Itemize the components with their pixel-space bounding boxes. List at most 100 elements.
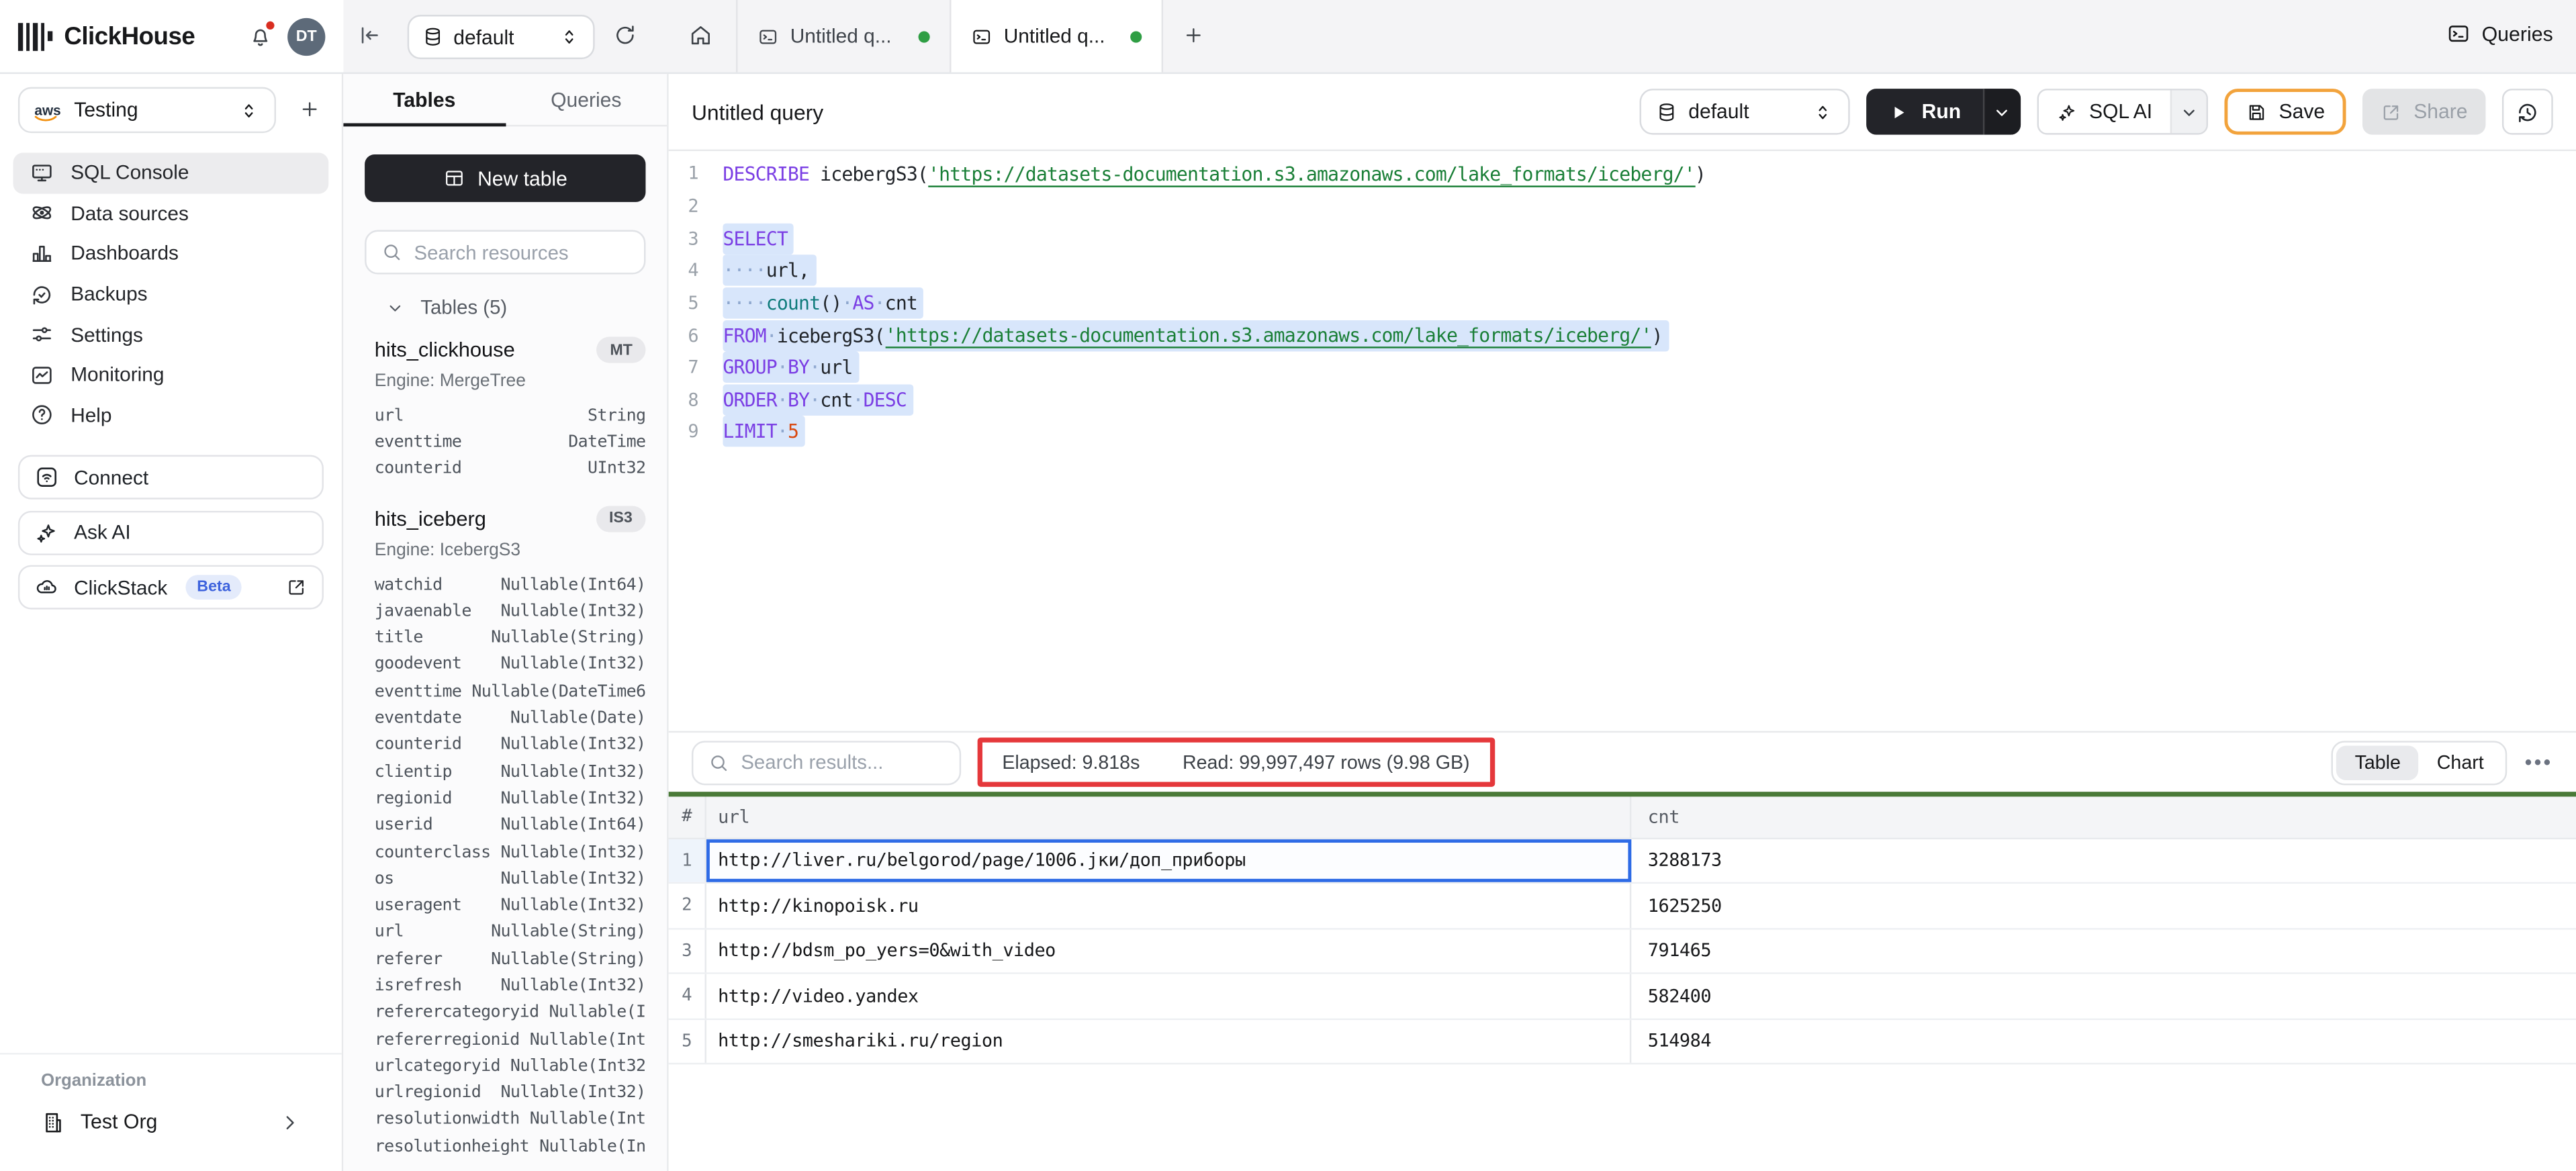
connect-button[interactable]: Connect xyxy=(18,455,324,500)
avatar[interactable]: DT xyxy=(287,17,325,55)
new-tab-button[interactable] xyxy=(1183,25,1204,46)
token: · xyxy=(809,388,820,411)
unsaved-indicator xyxy=(919,30,930,42)
cnt-cell[interactable]: 791465 xyxy=(1631,929,2576,972)
sidebar-item-monitoring[interactable]: Monitoring xyxy=(13,355,329,395)
run-options-button[interactable] xyxy=(1982,89,2020,135)
add-workspace-button[interactable] xyxy=(299,99,320,120)
new-table-button[interactable]: New table xyxy=(365,154,645,202)
main-area: Untitled query default Run xyxy=(669,74,2576,1171)
url-cell[interactable]: http://smeshariki.ru/region xyxy=(706,1019,1631,1063)
workspace-selector[interactable]: aws Testing xyxy=(18,87,276,134)
query-tab-2-active[interactable]: Untitled q... xyxy=(951,0,1163,73)
cnt-cell[interactable]: 1625250 xyxy=(1631,884,2576,927)
code-line[interactable]: 2 xyxy=(669,190,2576,222)
code-line[interactable]: 4····url, xyxy=(669,254,2576,287)
column-type: Nullable(Int xyxy=(530,1111,646,1129)
sql-editor[interactable]: 1DESCRIBE icebergS3('https://datasets-do… xyxy=(669,151,2576,731)
share-button-disabled[interactable]: Share xyxy=(2362,89,2485,135)
clickstack-button[interactable]: ClickStack Beta xyxy=(18,565,324,610)
header-url[interactable]: url xyxy=(706,797,1631,837)
sidebar-item-dashboards[interactable]: Dashboards xyxy=(13,234,329,274)
code-line[interactable]: 5····count()·AS·cnt xyxy=(669,287,2576,319)
line-number: 8 xyxy=(669,389,713,410)
console-icon xyxy=(30,160,54,185)
token: ORDER xyxy=(723,388,776,411)
save-button[interactable]: Save xyxy=(2225,89,2346,135)
code-line[interactable]: 9LIMIT·5 xyxy=(669,416,2576,448)
tab-queries[interactable]: Queries xyxy=(505,74,667,125)
editor-database-selector[interactable]: default xyxy=(1639,89,1849,135)
column-name: urlregionid xyxy=(375,1084,481,1103)
external-link-icon[interactable] xyxy=(286,577,308,598)
cnt-cell[interactable]: 3288173 xyxy=(1631,839,2576,882)
queries-button[interactable]: Queries xyxy=(2446,21,2553,46)
sql-ai-button[interactable]: SQL AI xyxy=(2038,91,2170,134)
query-tab-1[interactable]: Untitled q... xyxy=(736,0,951,73)
sidebar-item-help[interactable]: Help xyxy=(13,395,329,436)
schema-column: counteridUInt32 xyxy=(375,456,646,483)
url-cell[interactable]: http://kinopoisk.ru xyxy=(706,884,1631,927)
column-type: UInt32 xyxy=(588,461,645,479)
search-resources-input[interactable] xyxy=(414,240,629,263)
sql-ai-options-button[interactable] xyxy=(2170,91,2207,134)
resources-panel: Tables Queries New table Tables (5) hits… xyxy=(343,74,668,1171)
column-type: Nullable(Int32 xyxy=(510,1058,646,1076)
view-chart-segment[interactable]: Chart xyxy=(2419,745,2502,779)
table-entry-hits-iceberg[interactable]: hits_iceberg IS3 xyxy=(375,506,646,532)
search-resources[interactable] xyxy=(365,230,645,275)
table-engine: Engine: MergeTree xyxy=(375,371,646,389)
run-button[interactable]: Run xyxy=(1866,89,1982,135)
code-line[interactable]: 7GROUP·BY·url xyxy=(669,351,2576,383)
column-name: url xyxy=(375,924,404,942)
url-cell[interactable]: http://bdsm_po_yers=0&with_video xyxy=(706,929,1631,972)
notifications-button[interactable] xyxy=(248,24,273,48)
collapse-sidebar-button[interactable] xyxy=(357,23,381,48)
schema-column: counterclassNullable(Int32) xyxy=(375,839,646,866)
sidebar-item-data-sources[interactable]: Data sources xyxy=(13,193,329,234)
organization-switcher[interactable]: Test Org xyxy=(41,1100,301,1143)
results-more-button[interactable]: ••• xyxy=(2525,751,2553,774)
home-button[interactable] xyxy=(688,23,713,48)
cnt-cell[interactable]: 514984 xyxy=(1631,1019,2576,1063)
url-cell[interactable]: http://liver.ru/belgorod/page/1006.jки/д… xyxy=(706,839,1631,882)
code-line[interactable]: 3SELECT xyxy=(669,222,2576,254)
column-name: resolutionwidth xyxy=(375,1111,520,1129)
query-title[interactable]: Untitled query xyxy=(692,100,823,125)
bar-chart-icon xyxy=(30,242,54,267)
selection-highlight: ····count()·AS·cnt xyxy=(723,287,923,318)
table-row[interactable]: 2http://kinopoisk.ru1625250 xyxy=(669,884,2576,929)
view-table-segment[interactable]: Table xyxy=(2337,745,2419,779)
terminal-icon xyxy=(971,26,993,47)
code-line[interactable]: 6FROM·icebergS3('https://datasets-docume… xyxy=(669,319,2576,351)
table-row[interactable]: 1http://liver.ru/belgorod/page/1006.jки/… xyxy=(669,839,2576,884)
sidebar-item-backups[interactable]: Backups xyxy=(13,274,329,314)
code-line[interactable]: 8ORDER·BY·cnt·DESC xyxy=(669,383,2576,416)
sidebar-item-settings[interactable]: Settings xyxy=(13,314,329,355)
sidebar-item-sql-console[interactable]: SQL Console xyxy=(13,153,329,193)
sidebar-item-label: Backups xyxy=(71,283,147,306)
ask-ai-button[interactable]: Ask AI xyxy=(18,510,324,555)
line-number: 1 xyxy=(669,163,713,185)
table-row[interactable]: 5http://smeshariki.ru/region514984 xyxy=(669,1019,2576,1064)
search-results[interactable] xyxy=(692,740,961,784)
refresh-button[interactable] xyxy=(613,23,638,48)
header-cnt[interactable]: cnt xyxy=(1631,797,2576,837)
schema-column: goodeventNullable(Int32) xyxy=(375,652,646,679)
table-row[interactable]: 4http://video.yandex582400 xyxy=(669,974,2576,1019)
table-entry-hits-clickhouse[interactable]: hits_clickhouse MT xyxy=(375,337,646,363)
tab-tables[interactable]: Tables xyxy=(343,74,505,125)
column-name: referer xyxy=(375,951,443,969)
cnt-cell[interactable]: 582400 xyxy=(1631,974,2576,1018)
tables-group-header[interactable]: Tables (5) xyxy=(386,297,646,317)
query-history-button[interactable] xyxy=(2502,89,2553,135)
code-text: FROM·icebergS3('https://datasets-documen… xyxy=(723,324,1669,346)
search-results-input[interactable] xyxy=(741,751,944,774)
token: · xyxy=(853,388,864,411)
table-row[interactable]: 3http://bdsm_po_yers=0&with_video791465 xyxy=(669,929,2576,974)
database-selector[interactable]: default xyxy=(408,15,595,59)
token: · xyxy=(777,420,788,443)
url-cell[interactable]: http://video.yandex xyxy=(706,974,1631,1018)
connect-label: Connect xyxy=(74,466,148,489)
code-line[interactable]: 1DESCRIBE icebergS3('https://datasets-do… xyxy=(669,158,2576,190)
